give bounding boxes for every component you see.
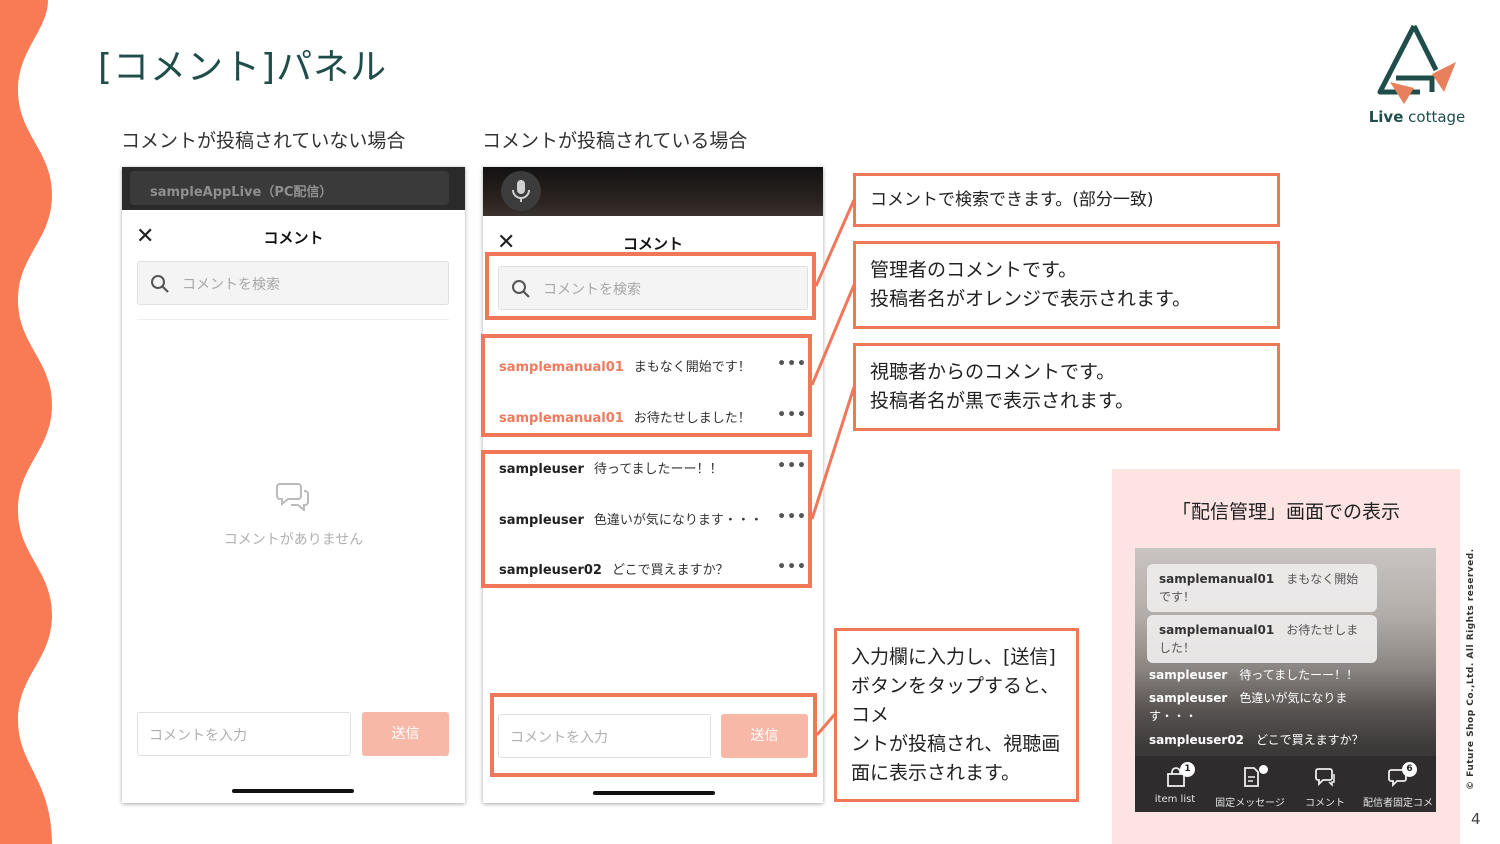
video-header bbox=[483, 167, 823, 216]
nav-badge: 6 bbox=[1402, 762, 1417, 777]
highlight-search bbox=[485, 252, 816, 320]
nav-comment[interactable]: コメント bbox=[1285, 756, 1365, 812]
panel-title: コメント bbox=[263, 229, 324, 247]
mic-icon[interactable] bbox=[501, 171, 541, 211]
nav-item-list[interactable]: 1 item list bbox=[1135, 756, 1215, 812]
input-placeholder: コメントを入力 bbox=[149, 728, 247, 744]
distribution-preview-panel: 「配信管理」画面での表示 samplemanual01 まもなく開始 です！ sam… bbox=[1112, 469, 1460, 844]
highlight-input bbox=[490, 693, 817, 777]
distribution-screen: samplemanual01 まもなく開始 です！ samplemanual01 お待… bbox=[1135, 548, 1436, 812]
page-number: 4 bbox=[1471, 810, 1481, 828]
comment-bubble: samplemanual01 お待たせしま した！ bbox=[1147, 615, 1377, 663]
panel-title: コメント bbox=[622, 235, 683, 253]
highlight-admin-comments bbox=[481, 334, 812, 437]
nav-fixed-message[interactable]: 固定メッセージ bbox=[1210, 756, 1290, 812]
decorative-wave bbox=[0, 0, 52, 844]
app-title: sampleAppLive（PC配信） bbox=[130, 171, 449, 205]
slide-title: [コメント]パネル bbox=[98, 47, 388, 88]
label-with-comments: コメントが投稿されている場合 bbox=[482, 130, 748, 152]
send-button[interactable]: 送信 bbox=[362, 712, 449, 756]
logo-mark-icon bbox=[1377, 24, 1456, 104]
comment-input[interactable]: コメントを入力 bbox=[137, 712, 351, 756]
distribution-nav-bar: 1 item list 固定メッセージ コメント 6 配信者固定コメ bbox=[1135, 756, 1436, 812]
empty-state-text: コメントがありません bbox=[223, 532, 364, 548]
logo-text: Live cottage bbox=[1368, 108, 1466, 126]
notification-dot bbox=[1259, 765, 1268, 774]
callout-admin: 管理者のコメントです。 投稿者名がオレンジで表示されます。 bbox=[853, 241, 1280, 329]
overlay-comment: sampleuser 色違いが気になりま す・・・ bbox=[1149, 691, 1348, 723]
overlay-comment: sampleuser02 どこで買えますか？ bbox=[1149, 733, 1364, 747]
phone-empty-comments: sampleAppLive（PC配信） ✕ コメント コメントを検索 コメントが… bbox=[122, 167, 465, 803]
highlight-viewer-comments bbox=[481, 450, 812, 588]
copyright-text: © Future Shop Co.,Ltd. All Rights reserv… bbox=[1466, 548, 1476, 790]
comment-bubble: samplemanual01 まもなく開始 です！ bbox=[1147, 564, 1377, 612]
comments-empty-icon bbox=[276, 483, 309, 511]
live-cottage-logo: Live cottage bbox=[1362, 22, 1472, 132]
overlay-comment: sampleuser 待ってましたーー！！ bbox=[1149, 668, 1359, 682]
search-icon bbox=[151, 275, 169, 293]
home-indicator bbox=[593, 791, 715, 795]
comment-icon bbox=[1315, 768, 1335, 787]
callout-search: コメントで検索できます。(部分一致) bbox=[853, 173, 1280, 227]
label-no-comments: コメントが投稿されていない場合 bbox=[121, 130, 406, 152]
nav-badge: 1 bbox=[1180, 762, 1195, 777]
callout-viewer: 視聴者からのコメントです。 投稿者名が黒で表示されます。 bbox=[853, 343, 1280, 431]
callout-send: 入力欄に入力し、[送信] ボタンをタップすると、コメ ントが投稿され、視聴画 面に表示… bbox=[834, 628, 1079, 802]
search-input[interactable]: コメントを検索 bbox=[137, 261, 449, 305]
nav-broadcaster-fixed-comment[interactable]: 6 配信者固定コメ bbox=[1360, 756, 1436, 812]
search-placeholder: コメントを検索 bbox=[182, 277, 280, 293]
app-header: sampleAppLive（PC配信） bbox=[122, 167, 465, 210]
distribution-title: 「配信管理」画面での表示 bbox=[1171, 501, 1400, 523]
divider bbox=[137, 319, 449, 320]
home-indicator bbox=[232, 789, 354, 793]
